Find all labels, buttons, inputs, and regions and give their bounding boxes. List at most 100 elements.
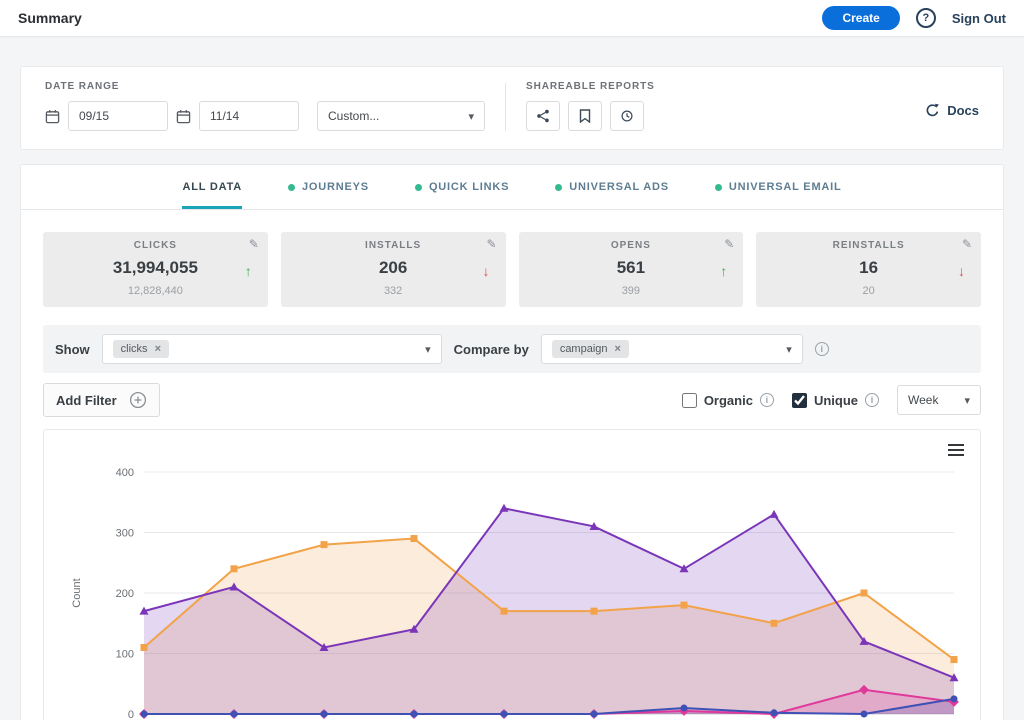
metric-secondary-value: 332 [291,285,496,297]
bookmark-button[interactable] [568,101,602,131]
create-button[interactable]: Create [822,6,899,30]
bookmark-icon [579,109,591,123]
svg-text:0: 0 [128,709,134,720]
chart-menu-icon[interactable] [948,444,964,456]
signout-link[interactable]: Sign Out [952,11,1006,26]
organic-checkbox[interactable] [682,393,697,408]
svg-text:400: 400 [116,467,134,479]
docs-label: Docs [947,103,979,118]
info-icon[interactable]: i [865,393,879,407]
show-select[interactable]: clicks × ▾ [102,334,442,364]
date-range-group: DATE RANGE Custom... ▾ [45,81,485,131]
unique-checkbox-label[interactable]: Unique i [792,393,879,408]
status-dot-icon [415,184,422,191]
edit-pencil-icon[interactable]: ✎ [486,237,496,251]
page-content: DATE RANGE Custom... ▾ SHAREABLE REPORTS [0,66,1024,720]
metric-card-opens: OPENS ✎ 561 ↑ 399 [519,232,744,307]
history-icon [620,109,634,123]
remove-tag-icon[interactable]: × [155,343,161,355]
calendar-icon [176,109,191,124]
page-title: Summary [18,10,82,26]
tab-label: UNIVERSAL ADS [569,181,669,193]
edit-pencil-icon[interactable]: ✎ [249,237,259,251]
metric-label: INSTALLS [291,240,496,251]
trend-arrow-icon: ↓ [958,263,965,279]
tab-universal-ads[interactable]: UNIVERSAL ADS [555,181,669,209]
compare-tag-label: campaign [560,343,608,355]
metric-secondary-value: 20 [766,285,971,297]
edit-pencil-icon[interactable]: ✎ [962,237,972,251]
svg-text:200: 200 [116,588,134,600]
date-preset-value: Custom... [328,109,379,123]
status-dot-icon [288,184,295,191]
show-label: Show [55,342,90,357]
metric-label: OPENS [529,240,734,251]
plus-circle-icon [129,391,147,409]
chart-options: Organic i Unique i Week ▾ [682,385,981,415]
compare-tag: campaign × [552,340,629,358]
toolbar-divider [505,83,506,131]
share-button[interactable] [526,101,560,131]
svg-text:Count: Count [71,578,83,607]
metric-secondary-value: 12,828,440 [53,285,258,297]
metric-cards: CLICKS ✎ 31,994,055 ↑ 12,828,440 INSTALL… [43,232,981,307]
add-filter-button[interactable]: Add Filter [43,383,160,417]
docs-icon [925,103,940,118]
metric-card-reinstalls: REINSTALLS ✎ 16 ↓ 20 [756,232,981,307]
shareable-reports-label: SHAREABLE REPORTS [526,81,655,92]
share-icon [536,109,550,123]
summary-panel: ALL DATA JOURNEYS QUICK LINKS UNIVERSAL … [20,164,1004,720]
show-tag-label: clicks [121,343,148,355]
chevron-down-icon: ▾ [964,394,970,407]
help-icon[interactable]: ? [916,8,936,28]
unique-label: Unique [814,393,858,408]
top-bar-actions: Create ? Sign Out [822,6,1006,30]
show-compare-bar: Show clicks × ▾ Compare by campaign × ▾ … [43,325,981,373]
info-icon[interactable]: i [815,342,829,356]
svg-text:300: 300 [116,528,134,540]
data-tabs: ALL DATA JOURNEYS QUICK LINKS UNIVERSAL … [21,165,1003,210]
metric-value: 31,994,055 [53,258,258,278]
interval-select[interactable]: Week ▾ [897,385,981,415]
trend-arrow-icon: ↑ [720,263,727,279]
tab-universal-email[interactable]: UNIVERSAL EMAIL [715,181,842,209]
chevron-down-icon: ▾ [786,343,792,356]
tab-label: ALL DATA [182,181,242,193]
filters-toolbar: DATE RANGE Custom... ▾ SHAREABLE REPORTS [20,66,1004,150]
compare-by-label: Compare by [454,342,529,357]
trend-arrow-icon: ↓ [483,263,490,279]
status-dot-icon [555,184,562,191]
tab-all-data[interactable]: ALL DATA [182,181,242,209]
start-date-input[interactable] [68,101,168,131]
end-date-input[interactable] [199,101,299,131]
metric-label: CLICKS [53,240,258,251]
status-dot-icon [715,184,722,191]
timeseries-chart: 010020030040012. Sep19. Sep26. Sep3. Oct… [43,429,981,720]
calendar-icon [45,109,60,124]
date-preset-select[interactable]: Custom... ▾ [317,101,485,131]
metric-label: REINSTALLS [766,240,971,251]
filter-options-row: Add Filter Organic i Unique i Week [43,383,981,417]
chevron-down-icon: ▾ [468,110,474,123]
tab-label: JOURNEYS [302,181,369,193]
metric-value: 561 [529,258,734,278]
add-filter-label: Add Filter [56,393,117,408]
tab-quick-links[interactable]: QUICK LINKS [415,181,509,209]
tab-label: QUICK LINKS [429,181,509,193]
show-tag: clicks × [113,340,169,358]
compare-by-select[interactable]: campaign × ▾ [541,334,803,364]
edit-pencil-icon[interactable]: ✎ [724,237,734,251]
history-button[interactable] [610,101,644,131]
docs-link[interactable]: Docs [925,81,979,118]
organic-checkbox-label[interactable]: Organic i [682,393,774,408]
metric-card-clicks: CLICKS ✎ 31,994,055 ↑ 12,828,440 [43,232,268,307]
tab-journeys[interactable]: JOURNEYS [288,181,369,209]
unique-checkbox[interactable] [792,393,807,408]
shareable-reports-group: SHAREABLE REPORTS [526,81,655,131]
top-bar: Summary Create ? Sign Out [0,0,1024,36]
chevron-down-icon: ▾ [425,343,431,356]
remove-tag-icon[interactable]: × [615,343,621,355]
info-icon[interactable]: i [760,393,774,407]
chart-canvas: 010020030040012. Sep19. Sep26. Sep3. Oct… [44,456,980,720]
tab-label: UNIVERSAL EMAIL [729,181,842,193]
